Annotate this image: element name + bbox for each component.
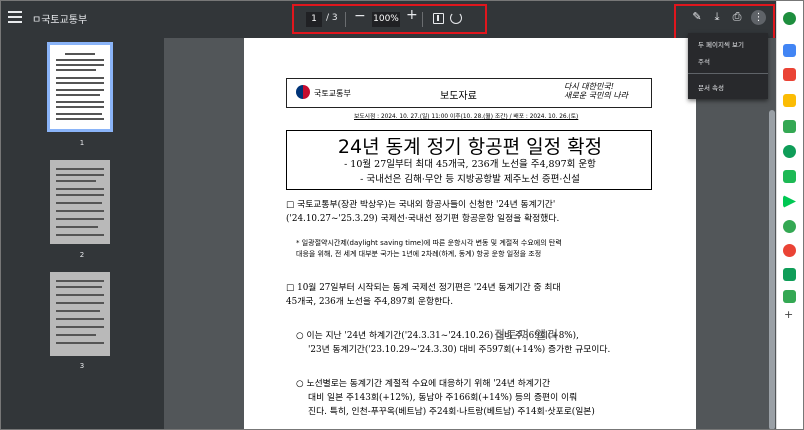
zoom-in-button[interactable]: + [406,7,418,23]
browser-side-rail [776,0,804,430]
download-icon[interactable]: ⤓ [710,10,724,24]
ministry-logo-icon [296,85,310,99]
extension-icon[interactable] [783,68,796,81]
extension-icon[interactable] [783,145,796,158]
extension-icon[interactable] [783,290,796,303]
subtitle-1: - 10월 27일부터 최대 45개국, 236개 노선을 주4,897회 운항 [344,159,596,170]
paragraph-2: □ 10월 27일부터 시작되는 동계 국제선 정기편은 '24년 동계기간 중… [286,283,561,307]
more-actions-menu: 두 페이지씩 보기 주석 문서 속성 [688,33,768,99]
menu-item-two-page-view[interactable]: 두 페이지씩 보기 [698,39,744,49]
extension-icon[interactable] [783,244,796,257]
thumbnail-page-2[interactable] [50,160,110,244]
extension-icon[interactable] [783,268,796,281]
menu-icon[interactable] [8,11,22,23]
document-heading: 24년 동계 정기 항공편 일정 확정 [337,136,603,158]
add-extension-icon[interactable]: + [784,308,793,321]
press-release-label: 보도자료 [440,91,477,102]
rotate-icon[interactable] [450,12,462,24]
bullet-2: ○ 노선별로는 동계기간 계절적 수요에 대응하기 위해 '24년 하계기간 대… [296,379,595,417]
page-total: / 3 [326,13,338,23]
thumbnail-page-1[interactable] [47,42,113,132]
thumbnail-page-3[interactable] [50,272,110,356]
pdf-viewer-window: ㅁ국토교통부 1 / 3 − 100% + ✎ ⤓ ⎙ ⋮ 1 2 3 국토교통… [0,0,804,430]
toolbar-divider [422,12,423,27]
paragraph-1: □ 국토교통부(장관 박상우)는 국내외 항공사들이 신청한 '24년 동계기간… [286,200,560,224]
bullet-1: ○ 이는 지난 '24년 하계기간('24.3.31~'24.10.26) 대비… [296,331,611,355]
watermark: 집토끼 엘리 [494,328,560,342]
extension-icon[interactable] [783,12,796,25]
extension-icon[interactable] [783,94,796,107]
footnote: * 일광절약시간제(daylight saving time)에 따른 운항시각… [296,239,562,258]
release-dates: 보도시점 : 2024. 10. 27.(일) 11:00 이후(10. 28.… [354,114,579,120]
extension-icon[interactable] [783,170,796,183]
print-icon[interactable]: ⎙ [730,10,744,24]
page-content: 국토교통부 보도자료 다시 대한민국! 새로운 국민의 나라 보도시점 : 20… [244,38,696,430]
zoom-out-button[interactable]: − [354,8,366,24]
page-number-input[interactable]: 1 [306,12,322,27]
extension-icon[interactable] [783,44,796,57]
document-title: ㅁ국토교통부 [32,15,88,26]
ministry-name: 국토교통부 [314,89,351,98]
zoom-level-input[interactable]: 100% [372,12,400,27]
subtitle-2: - 국내선은 김해·무안 등 지방공항발 제주노선 증편·신설 [360,174,580,185]
toolbar-divider [345,12,346,27]
more-vert-icon[interactable]: ⋮ [751,10,766,25]
document-viewer: 국토교통부 보도자료 다시 대한민국! 새로운 국민의 나라 보도시점 : 20… [164,38,776,430]
menu-divider [688,73,768,74]
extension-icon[interactable] [783,220,796,233]
pdf-page: 국토교통부 보도자료 다시 대한민국! 새로운 국민의 나라 보도시점 : 20… [244,38,696,430]
thumbnail-label: 3 [79,362,85,370]
menu-item-annotations[interactable]: 주석 [698,56,710,66]
thumbnail-label: 1 [79,139,85,147]
thumbnail-label: 2 [79,251,85,259]
menu-item-document-properties[interactable]: 문서 속성 [698,82,724,92]
slogan: 다시 대한민국! 새로운 국민의 나라 [564,82,628,100]
scrollbar-thumb[interactable] [769,110,775,430]
pen-icon[interactable]: ✎ [690,10,704,24]
extension-icon[interactable] [783,120,796,133]
fit-page-icon[interactable] [433,13,444,24]
